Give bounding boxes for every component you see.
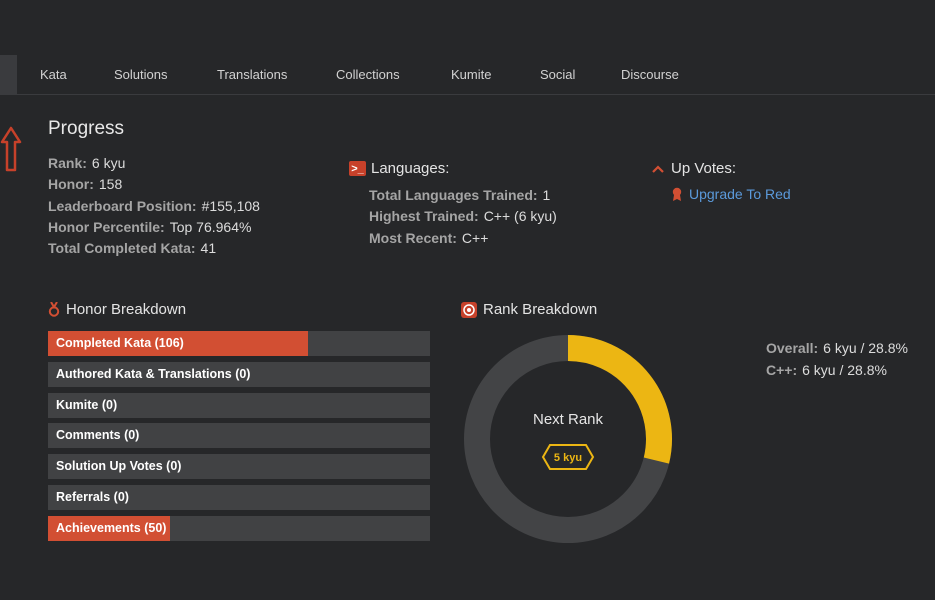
stat-value: 158 [98, 176, 123, 193]
tab-social[interactable]: Social [540, 55, 575, 94]
next-rank-value: 5 kyu [554, 452, 582, 464]
tab-collections[interactable]: Collections [336, 55, 400, 94]
honor-bar-label: Authored Kata & Translations (0) [56, 366, 251, 381]
rank-label: C++: [766, 361, 798, 378]
stat-label: Leaderboard Position: [48, 197, 197, 214]
honor-bar: Completed Kata (106) [48, 331, 430, 356]
rank-breakdown-heading: Rank Breakdown [461, 301, 597, 318]
honor-bar-label: Completed Kata (106) [56, 336, 184, 350]
lang-label: Total Languages Trained: [369, 187, 538, 203]
lang-total: Total Languages Trained: 1 [369, 185, 557, 206]
stat-honor-percentile: Honor Percentile: Top 76.964% [48, 217, 260, 238]
chevron-up-icon [652, 164, 664, 173]
progress-title: Progress [48, 118, 125, 139]
rank-donut-chart: Next Rank 5 kyu [464, 335, 672, 543]
honor-breakdown-heading: Honor Breakdown [48, 301, 186, 318]
stat-value: Top 76.964% [169, 218, 252, 235]
progress-stats: Rank: 6 kyu Honor: 158 Leaderboard Positio… [48, 153, 260, 259]
top-header [0, 0, 935, 55]
upvotes-heading: Up Votes: [651, 160, 736, 177]
lang-value: 1 [542, 187, 551, 203]
rank-breakdown-heading-text: Rank Breakdown [483, 301, 598, 318]
tab-kumite[interactable]: Kumite [451, 55, 491, 94]
arrow-up-icon [0, 126, 22, 172]
tab-discourse[interactable]: Discourse [621, 55, 679, 94]
honor-bar-label: Comments (0) [56, 428, 140, 443]
honor-bar-label: Achievements (50) [56, 520, 167, 535]
tab-kata[interactable]: Kata [40, 55, 67, 94]
tab-solutions[interactable]: Solutions [114, 55, 167, 94]
ribbon-icon [672, 187, 682, 201]
stat-label: Honor Percentile: [48, 218, 165, 235]
honor-bar-label: Kumite (0) [56, 397, 118, 412]
stat-honor: Honor: 158 [48, 174, 260, 195]
rank-cpp: C++: 6 kyu / 28.8% [766, 360, 908, 382]
lang-value: C++ [461, 229, 489, 246]
upvotes-heading-text: Up Votes: [671, 160, 737, 177]
rank-value: 6 kyu / 28.8% [823, 340, 908, 356]
upgrade-link-text[interactable]: Upgrade To Red [689, 186, 791, 202]
donut-progress-arc [567, 335, 672, 464]
honor-bar: Authored Kata & Translations (0) [48, 361, 430, 387]
stat-completed-kata: Total Completed Kata: 41 [48, 238, 260, 259]
honor-bar: Solution Up Votes (0) [48, 454, 430, 480]
lang-label: Highest Trained: [369, 208, 479, 225]
upgrade-link[interactable]: Upgrade To Red [671, 186, 791, 202]
languages-heading: >_ Languages: [349, 160, 449, 177]
honor-bar: Comments (0) [48, 423, 430, 449]
stat-leaderboard: Leaderboard Position: #155,108 [48, 196, 260, 217]
honor-breakdown-heading-text: Honor Breakdown [66, 301, 187, 318]
honor-bar: Achievements (50) [48, 515, 430, 541]
rank-value: 6 kyu / 28.8% [802, 361, 887, 378]
stat-value: 6 kyu [91, 155, 126, 171]
lang-recent: Most Recent: C++ [369, 228, 557, 249]
lang-highest: Highest Trained: C++ (6 kyu) [369, 206, 557, 227]
rank-summary: Overall: 6 kyu / 28.8% C++: 6 kyu / 28.8% [766, 338, 908, 381]
stat-label: Total Completed Kata: [48, 240, 196, 257]
lang-value: C++ (6 kyu) [483, 208, 557, 225]
stat-label: Rank: [48, 155, 87, 171]
lang-label: Most Recent: [369, 229, 457, 246]
honor-bar: Referrals (0) [48, 485, 430, 510]
terminal-icon: >_ [349, 161, 366, 176]
stat-value: #155,108 [201, 197, 260, 214]
rank-label: Overall: [766, 340, 819, 356]
stat-label: Honor: [48, 176, 94, 193]
languages-heading-text: Languages: [371, 160, 450, 177]
honor-bar-label: Solution Up Votes (0) [56, 459, 182, 474]
medal-icon [48, 302, 60, 317]
target-icon [461, 301, 477, 318]
nav-active-tab[interactable] [0, 55, 17, 94]
honor-bar-label: Referrals (0) [56, 490, 129, 504]
rank-overall: Overall: 6 kyu / 28.8% [766, 338, 908, 360]
honor-bar: Kumite (0) [48, 392, 430, 418]
profile-nav: Kata Solutions Translations Collections … [0, 55, 935, 95]
languages-list: Total Languages Trained: 1 Highest Traine… [369, 185, 557, 249]
stat-rank: Rank: 6 kyu [48, 153, 260, 174]
next-rank-label: Next Rank [533, 411, 604, 428]
stat-value: 41 [200, 240, 217, 257]
tab-translations[interactable]: Translations [217, 55, 287, 94]
